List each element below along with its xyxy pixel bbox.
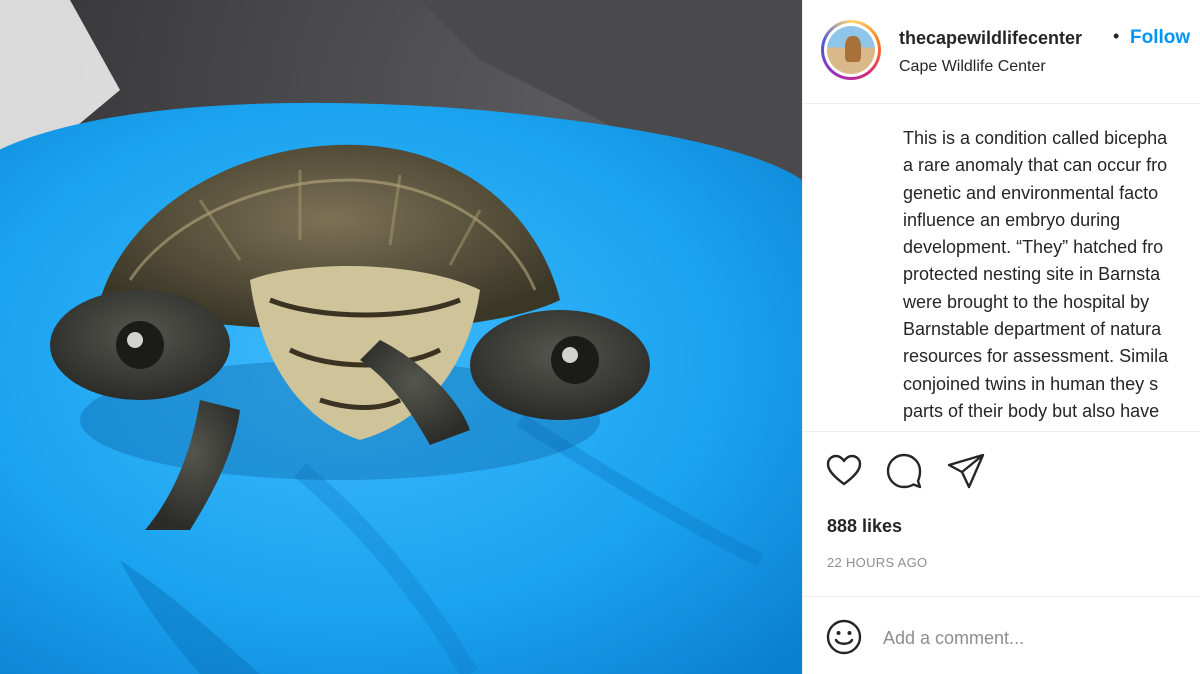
post-caption: This is a condition called bicepha a rar… (903, 125, 1200, 425)
post-timestamp[interactable]: 22 HOURS AGO (827, 555, 927, 570)
avatar-image (827, 26, 875, 74)
username-link[interactable]: thecapewildlifecenter (899, 28, 1082, 49)
comment-input[interactable] (883, 624, 1183, 652)
post-header: thecapewildlifecenter • Follow Cape Wild… (803, 0, 1200, 104)
caption-line: Barnstable department of natura (903, 319, 1162, 340)
caption-line: parts of their body but also have (903, 400, 1160, 421)
location-link[interactable]: Cape Wildlife Center (899, 58, 1046, 76)
smiley-icon[interactable] (825, 618, 863, 656)
caption-line: resources for assessment. Simila (903, 346, 1169, 367)
paper-plane-icon[interactable] (947, 452, 985, 490)
caption-line: were brought to the hospital by (903, 291, 1150, 312)
avatar-frame (824, 23, 878, 77)
divider (803, 431, 1200, 432)
heart-icon[interactable] (825, 452, 863, 490)
caption-line: genetic and environmental facto (903, 182, 1159, 203)
caption-line: protected nesting site in Barnsta (903, 264, 1161, 285)
separator-dot: • (1113, 26, 1120, 46)
speech-bubble-icon[interactable] (885, 452, 923, 490)
two-headed-turtle-image (0, 0, 802, 674)
avatar[interactable] (821, 20, 881, 80)
follow-button[interactable]: Follow (1130, 27, 1190, 49)
caption-line: influence an embryo during (903, 209, 1121, 230)
likes-count[interactable]: 888 likes (827, 516, 902, 537)
post-sidebar: thecapewildlifecenter • Follow Cape Wild… (802, 0, 1200, 674)
divider (803, 596, 1200, 597)
caption-line: a rare anomaly that can occur fro (903, 155, 1168, 176)
caption-line: development. “They” hatched fro (903, 237, 1164, 258)
caption-line: This is a condition called bicepha (903, 128, 1168, 148)
caption-line: conjoined twins in human they s (903, 373, 1159, 394)
post-photo[interactable] (0, 0, 802, 674)
